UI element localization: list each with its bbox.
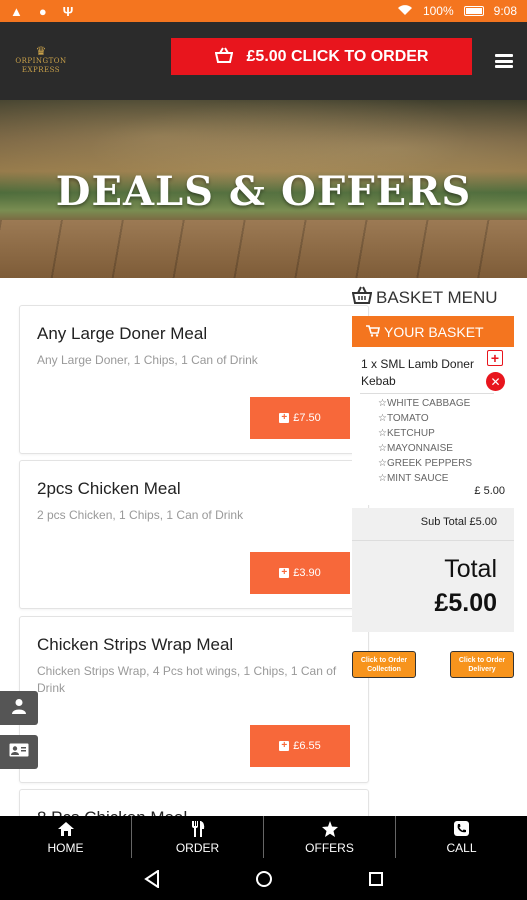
item-option: ☆GREEK PEPPERS <box>378 458 472 469</box>
basket-menu-label: BASKET MENU <box>376 287 498 307</box>
deal-description: 2 pcs Chicken, 1 Chips, 1 Can of Drink <box>37 508 244 522</box>
home-circle-icon[interactable] <box>252 867 276 891</box>
deal-description: Any Large Doner, 1 Chips, 1 Can of Drink <box>37 353 258 367</box>
remove-item-icon[interactable]: ✕ <box>486 372 505 391</box>
contact-card-button[interactable] <box>0 735 38 769</box>
nav-call[interactable]: CALL <box>396 816 527 858</box>
basket-item: 1 x SML Lamb Doner Kebab + ✕ ☆WHITE CABB… <box>352 347 514 505</box>
nav-label: CALL <box>446 840 477 855</box>
basket-icon <box>351 286 373 309</box>
add-deal-button[interactable]: + £7.50 <box>250 397 350 439</box>
deal-price: £7.50 <box>293 412 321 424</box>
basket-item-price: £ 5.00 <box>474 485 505 497</box>
totals-box: Sub Total £5.00 Total £5.00 <box>352 508 514 632</box>
user-account-button[interactable] <box>0 691 38 725</box>
item-option: ☆MAYONNAISE <box>378 443 453 454</box>
nav-label: ORDER <box>175 840 220 855</box>
cart-icon <box>366 324 380 340</box>
order-button-label: £5.00 CLICK TO ORDER <box>246 47 429 65</box>
item-options: ☆WHITE CABBAGE ☆TOMATO ☆KETCHUP ☆MAYONNA… <box>378 396 472 486</box>
phone-icon <box>454 820 469 838</box>
deal-price: £3.90 <box>293 567 321 579</box>
logo-line-1: ORPINGTON <box>15 57 67 65</box>
nav-label: HOME <box>47 840 84 855</box>
nav-home[interactable]: HOME <box>0 816 132 858</box>
deal-card[interactable]: Chicken Strips Wrap Meal Chicken Strips … <box>19 616 369 783</box>
user-icon <box>12 698 26 719</box>
divider <box>352 540 514 541</box>
deal-title: Any Large Doner Meal <box>37 324 208 343</box>
battery-icon <box>463 6 484 16</box>
menu-icon[interactable] <box>495 54 513 68</box>
increase-quantity-icon[interactable]: + <box>487 350 503 366</box>
recents-icon[interactable] <box>364 867 388 891</box>
deal-card[interactable]: Any Large Doner Meal Any Large Doner, 1 … <box>19 305 369 454</box>
nav-order[interactable]: ORDER <box>132 816 264 858</box>
item-option: ☆KETCHUP <box>378 428 435 439</box>
divider <box>360 393 494 394</box>
click-to-order-button[interactable]: £5.00 CLICK TO ORDER <box>171 38 472 75</box>
wifi-icon <box>397 4 413 19</box>
battery-percent: 100% <box>422 4 454 18</box>
subtotal: Sub Total £5.00 <box>420 516 497 528</box>
deal-description: Chicken Strips Wrap, 4 Pcs hot wings, 1 … <box>37 664 337 695</box>
item-option: ☆WHITE CABBAGE <box>378 398 471 409</box>
plus-icon: + <box>279 413 290 423</box>
your-basket-header: YOUR BASKET <box>352 316 514 347</box>
nav-offers[interactable]: OFFERS <box>264 816 396 858</box>
deal-card[interactable]: 2pcs Chicken Meal 2 pcs Chicken, 1 Chips… <box>19 460 369 609</box>
deal-title: 2pcs Chicken Meal <box>37 479 181 498</box>
deal-title: Chicken Strips Wrap Meal <box>37 635 234 654</box>
bottom-navigation: HOME ORDER OFFERS CALL <box>0 816 527 858</box>
add-deal-button[interactable]: + £3.90 <box>250 552 350 594</box>
deals-list[interactable]: Any Large Doner Meal Any Large Doner, 1 … <box>0 278 370 816</box>
item-option: ☆MINT SAUCE <box>378 473 449 484</box>
usb-icon: Ψ <box>62 3 74 19</box>
id-card-icon <box>9 743 29 762</box>
order-collection-button[interactable]: Click to Order Collection <box>352 651 416 678</box>
basket-item-name: 1 x SML Lamb Doner Kebab <box>361 357 474 388</box>
warning-icon: ▲ <box>10 3 23 19</box>
restaurant-logo[interactable]: ♛ ORPINGTON EXPRESS <box>12 36 70 84</box>
plus-icon: + <box>279 568 290 578</box>
cutlery-icon <box>191 820 205 838</box>
page-title: DEALS & OFFERS <box>55 168 472 215</box>
star-icon <box>321 820 338 838</box>
app-header: ♛ ORPINGTON EXPRESS £5.00 CLICK TO ORDER <box>0 22 527 100</box>
deal-title: 8 Pcs Chicken Meal <box>37 808 187 816</box>
basket-menu-heading: BASKET MENU <box>351 286 498 309</box>
basket-icon <box>214 47 233 66</box>
system-navigation-bar <box>0 858 527 900</box>
status-bar: ▲ ● Ψ 100% 9:08 <box>0 0 527 22</box>
crown-icon: ♛ <box>35 44 47 58</box>
deal-price: £6.55 <box>293 740 321 752</box>
deal-card[interactable]: 8 Pcs Chicken Meal <box>19 789 369 816</box>
bulb-icon: ● <box>38 3 47 19</box>
plus-icon: + <box>279 741 290 751</box>
status-time: 9:08 <box>493 4 517 18</box>
your-basket-label: YOUR BASKET <box>384 323 484 340</box>
logo-line-2: EXPRESS <box>21 66 61 74</box>
back-icon[interactable] <box>140 867 164 891</box>
add-deal-button[interactable]: + £6.55 <box>250 725 350 767</box>
home-icon <box>57 820 74 838</box>
hero-banner: DEALS & OFFERS <box>0 100 527 278</box>
nav-label: OFFERS <box>305 840 354 855</box>
item-option: ☆TOMATO <box>378 413 429 424</box>
total-value: £5.00 <box>434 589 497 617</box>
total-label: Total <box>444 555 497 583</box>
order-delivery-button[interactable]: Click to Order Delivery <box>450 651 514 678</box>
